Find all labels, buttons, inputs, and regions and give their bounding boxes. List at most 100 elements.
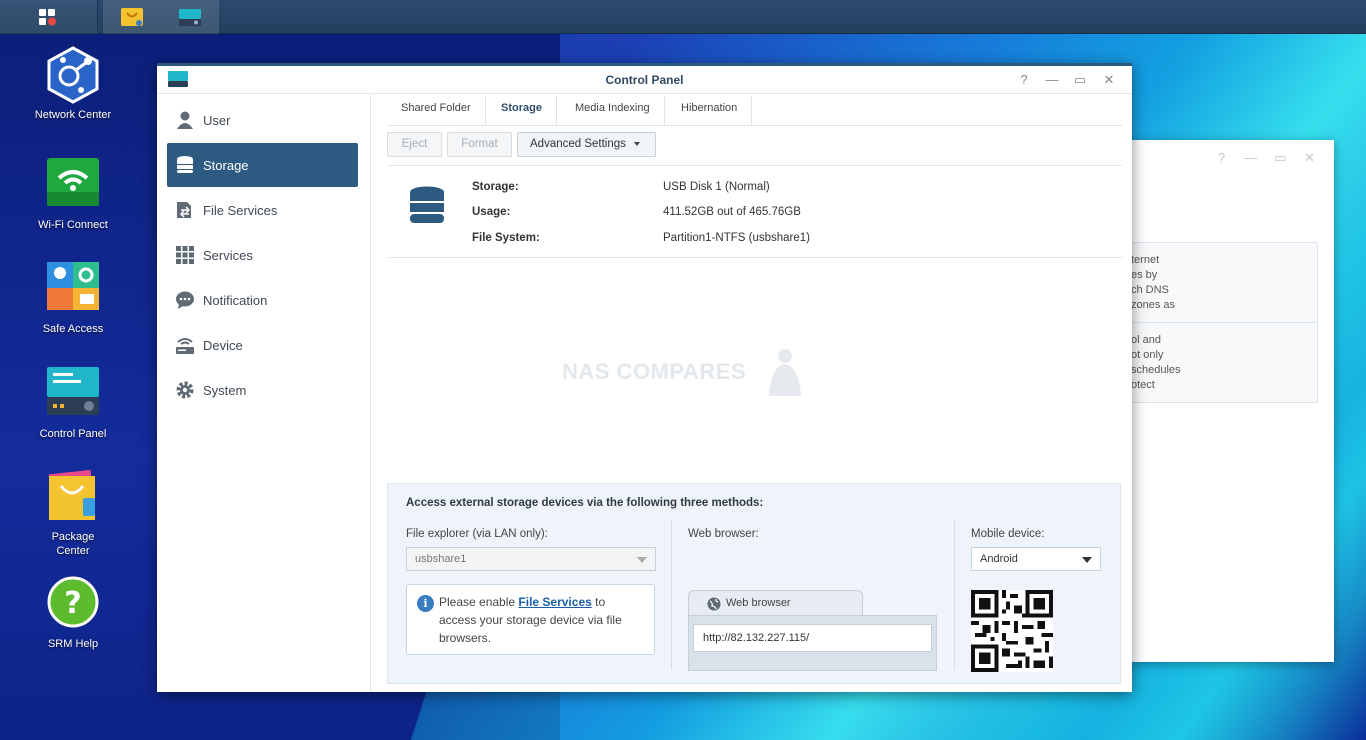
desktop-icon-package-center[interactable]: Package Center — [20, 468, 126, 558]
usage-value: 411.52GB out of 465.76GB — [663, 206, 801, 218]
file-system-value: Partition1-NTFS (usbshare1) — [663, 232, 810, 244]
watermark-person-icon — [769, 349, 801, 396]
desktop-icon-srm-help[interactable]: ? SRM Help — [20, 575, 126, 651]
network-center-icon — [47, 46, 99, 104]
svg-text:?: ? — [64, 586, 81, 621]
tab-storage[interactable]: Storage — [487, 96, 557, 124]
services-icon — [175, 245, 195, 265]
control-panel-window[interactable]: Control Panel ? — ▭ ✕ User Storage File … — [157, 63, 1132, 692]
background-text: zones as — [1131, 299, 1176, 311]
chevron-down-icon — [634, 141, 641, 146]
safe-access-icon — [47, 262, 99, 310]
storage-label: Storage: — [472, 181, 519, 193]
background-text: schedules — [1131, 364, 1181, 376]
background-text: ot only — [1131, 349, 1164, 361]
taskbar-control-panel-button[interactable] — [161, 0, 219, 34]
sidebar-item-label: Storage — [203, 157, 249, 173]
notification-icon — [175, 290, 195, 310]
background-text: ch DNS — [1131, 284, 1169, 296]
content-area: Shared Folder Storage Media Indexing Hib… — [387, 94, 1122, 692]
qr-code-icon — [971, 590, 1053, 672]
background-text: otect — [1131, 379, 1155, 391]
help-icon[interactable]: ? — [1218, 150, 1225, 165]
sidebar-item-label: Device — [203, 337, 243, 353]
access-methods-panel: Access external storage devices via the … — [387, 483, 1121, 684]
browser-body: http://82.132.227.115/ — [688, 615, 937, 671]
control-panel-icon — [47, 367, 99, 415]
maximize-icon[interactable]: ▭ — [1072, 72, 1088, 88]
sidebar-item-system[interactable]: System — [167, 368, 358, 412]
sidebar-item-notification[interactable]: Notification — [167, 278, 358, 322]
format-button[interactable]: Format — [447, 132, 512, 157]
window-titlebar[interactable]: Control Panel ? — ▭ ✕ — [157, 66, 1132, 94]
desktop-icon-label: Network Center — [34, 109, 112, 121]
main-menu-button[interactable] — [0, 0, 98, 34]
taskbar-package-center-button[interactable] — [103, 0, 161, 34]
file-services-note: i Please enable File Services to access … — [406, 584, 655, 655]
browser-tab-label: Web browser — [726, 597, 791, 609]
tab-hibernation[interactable]: Hibernation — [667, 96, 753, 124]
sidebar-item-label: File Services — [203, 202, 278, 218]
desktop-icon-label: Wi-Fi Connect — [38, 219, 108, 231]
tab-media-indexing[interactable]: Media Indexing — [561, 96, 665, 124]
background-text: ol and — [1131, 334, 1161, 346]
package-center-icon — [121, 8, 143, 26]
web-browser-illustration: Web browser http://82.132.227.115/ — [688, 590, 937, 672]
user-icon — [175, 110, 195, 130]
background-panel: ol and ot only schedules otect — [1118, 322, 1318, 403]
desktop-icon-control-panel[interactable]: Control Panel — [20, 365, 126, 441]
desktop-icon-label: SRM Help — [47, 638, 99, 650]
file-explorer-select[interactable]: usbshare1 — [406, 547, 656, 571]
sidebar-item-storage[interactable]: Storage — [167, 143, 358, 187]
tab-bar: Shared Folder Storage Media Indexing Hib… — [387, 94, 1122, 126]
advanced-settings-button[interactable]: Advanced Settings — [517, 132, 656, 157]
file-services-note-text: Please enable File Services to access yo… — [439, 595, 622, 645]
main-menu-icon — [38, 9, 56, 26]
sidebar: User Storage File Services Services Noti… — [157, 94, 371, 692]
package-center-icon — [48, 469, 96, 521]
column-divider — [671, 520, 672, 670]
window-title: Control Panel — [605, 73, 684, 87]
sidebar-item-device[interactable]: Device — [167, 323, 358, 367]
chevron-down-icon — [1082, 557, 1092, 563]
taskbar — [0, 0, 1366, 34]
control-panel-icon — [179, 9, 201, 26]
close-icon[interactable]: ✕ — [1304, 150, 1315, 166]
sidebar-item-user[interactable]: User — [167, 98, 358, 142]
desktop-icon-label: Package Center — [51, 531, 95, 557]
minimize-icon[interactable]: — — [1244, 150, 1257, 165]
sidebar-item-label: Notification — [203, 292, 268, 308]
minimize-icon[interactable]: — — [1044, 72, 1060, 87]
desktop-icon-label: Control Panel — [39, 428, 107, 440]
sidebar-item-file-services[interactable]: File Services — [167, 188, 358, 232]
toolbar: Eject Format Advanced Settings — [387, 132, 1122, 166]
file-explorer-value: usbshare1 — [415, 553, 467, 565]
help-icon[interactable]: ? — [1016, 72, 1032, 87]
system-icon — [175, 380, 195, 400]
device-icon — [175, 335, 195, 355]
browser-url[interactable]: http://82.132.227.115/ — [693, 624, 932, 652]
watermark: NAS COMPARES — [562, 359, 747, 384]
storage-icon — [175, 155, 195, 175]
mobile-device-label: Mobile device: — [971, 528, 1045, 540]
close-icon[interactable]: ✕ — [1101, 72, 1117, 88]
file-services-link[interactable]: File Services — [518, 595, 591, 609]
desktop-icon-wifi-connect[interactable]: Wi-Fi Connect — [20, 156, 126, 232]
maximize-icon[interactable]: ▭ — [1274, 150, 1286, 166]
mobile-device-select[interactable]: Android — [971, 547, 1101, 571]
wifi-connect-icon — [47, 158, 99, 206]
usage-label: Usage: — [472, 206, 511, 218]
file-system-label: File System: — [472, 232, 540, 244]
background-panel: ternet es by ch DNS zones as — [1118, 242, 1318, 323]
info-icon: i — [417, 595, 434, 612]
storage-icon — [410, 186, 444, 223]
eject-button[interactable]: Eject — [387, 132, 442, 157]
storage-info: Storage: USB Disk 1 (Normal) Usage: 411.… — [387, 166, 1122, 258]
desktop-icon-safe-access[interactable]: Safe Access — [20, 260, 126, 336]
sidebar-item-services[interactable]: Services — [167, 233, 358, 277]
sidebar-item-label: System — [203, 382, 247, 398]
help-icon: ? — [47, 576, 99, 628]
desktop-icon-network-center[interactable]: Network Center — [20, 46, 126, 122]
tab-shared-folder[interactable]: Shared Folder — [387, 96, 486, 124]
web-browser-label: Web browser: — [688, 528, 759, 540]
